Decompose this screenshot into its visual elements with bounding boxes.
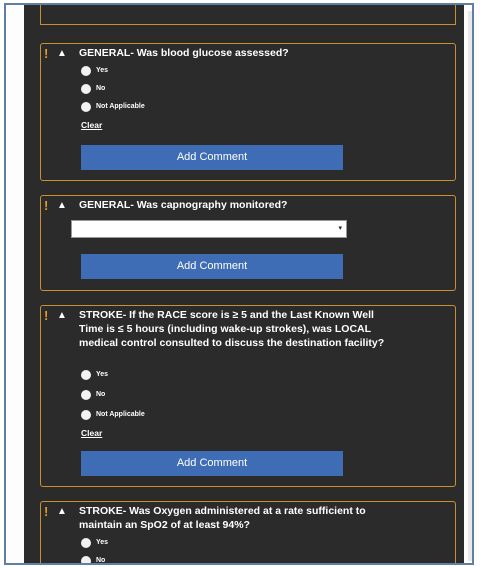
clear-link[interactable]: Clear	[81, 120, 102, 130]
question-card-race-score: ! ▲ STROKE- If the RACE score is ≥ 5 and…	[40, 305, 456, 487]
warning-icon: !	[44, 504, 49, 519]
warning-icon: !	[44, 46, 49, 61]
clear-link[interactable]: Clear	[81, 428, 102, 438]
radio-button[interactable]	[81, 66, 91, 76]
dropdown-arrow-icon[interactable]: ▾	[338, 224, 342, 232]
question-text: GENERAL- Was capnography monitored?	[79, 199, 288, 211]
collapse-chevron-icon[interactable]: ▲	[57, 309, 67, 323]
radio-label: Yes	[96, 67, 109, 74]
screenshot-frame: ! ▲ GENERAL- Was blood glucose assessed?…	[4, 3, 474, 565]
add-comment-button[interactable]: Add Comment	[81, 451, 343, 476]
page-scrollbar[interactable]	[468, 11, 472, 561]
radio-button[interactable]	[81, 538, 91, 548]
collapse-chevron-icon[interactable]: ▲	[57, 47, 67, 61]
question-card-oxygen: ! ▲ STROKE- Was Oxygen administered at a…	[40, 501, 456, 564]
radio-label: Yes	[96, 539, 109, 546]
capnography-select[interactable]: ▾	[71, 220, 347, 238]
radio-label: Not Applicable	[96, 411, 145, 418]
previous-question-card	[40, 5, 456, 25]
question-text: STROKE- Was Oxygen administered at a rat…	[79, 505, 366, 531]
add-comment-button[interactable]: Add Comment	[81, 145, 343, 170]
question-text: STROKE- If the RACE score is ≥ 5 and the…	[79, 309, 385, 349]
radio-label: No	[96, 391, 106, 398]
radio-label: Yes	[96, 371, 109, 378]
radio-label: No	[96, 557, 106, 564]
radio-button[interactable]	[81, 410, 91, 420]
radio-button[interactable]	[81, 102, 91, 112]
collapse-chevron-icon[interactable]: ▲	[57, 199, 67, 213]
radio-button[interactable]	[81, 84, 91, 94]
radio-button[interactable]	[81, 370, 91, 380]
question-text: GENERAL- Was blood glucose assessed?	[79, 47, 289, 59]
radio-button[interactable]	[81, 556, 91, 563]
radio-label: Not Applicable	[96, 103, 145, 110]
radio-label: No	[96, 85, 106, 92]
question-card-capnography: ! ▲ GENERAL- Was capnography monitored? …	[40, 195, 456, 291]
warning-icon: !	[44, 308, 49, 323]
radio-button[interactable]	[81, 390, 91, 400]
question-card-blood-glucose: ! ▲ GENERAL- Was blood glucose assessed?…	[40, 43, 456, 181]
collapse-chevron-icon[interactable]: ▲	[57, 505, 67, 519]
warning-icon: !	[44, 198, 49, 213]
add-comment-button[interactable]: Add Comment	[81, 254, 343, 279]
checklist-panel: ! ▲ GENERAL- Was blood glucose assessed?…	[24, 5, 464, 564]
